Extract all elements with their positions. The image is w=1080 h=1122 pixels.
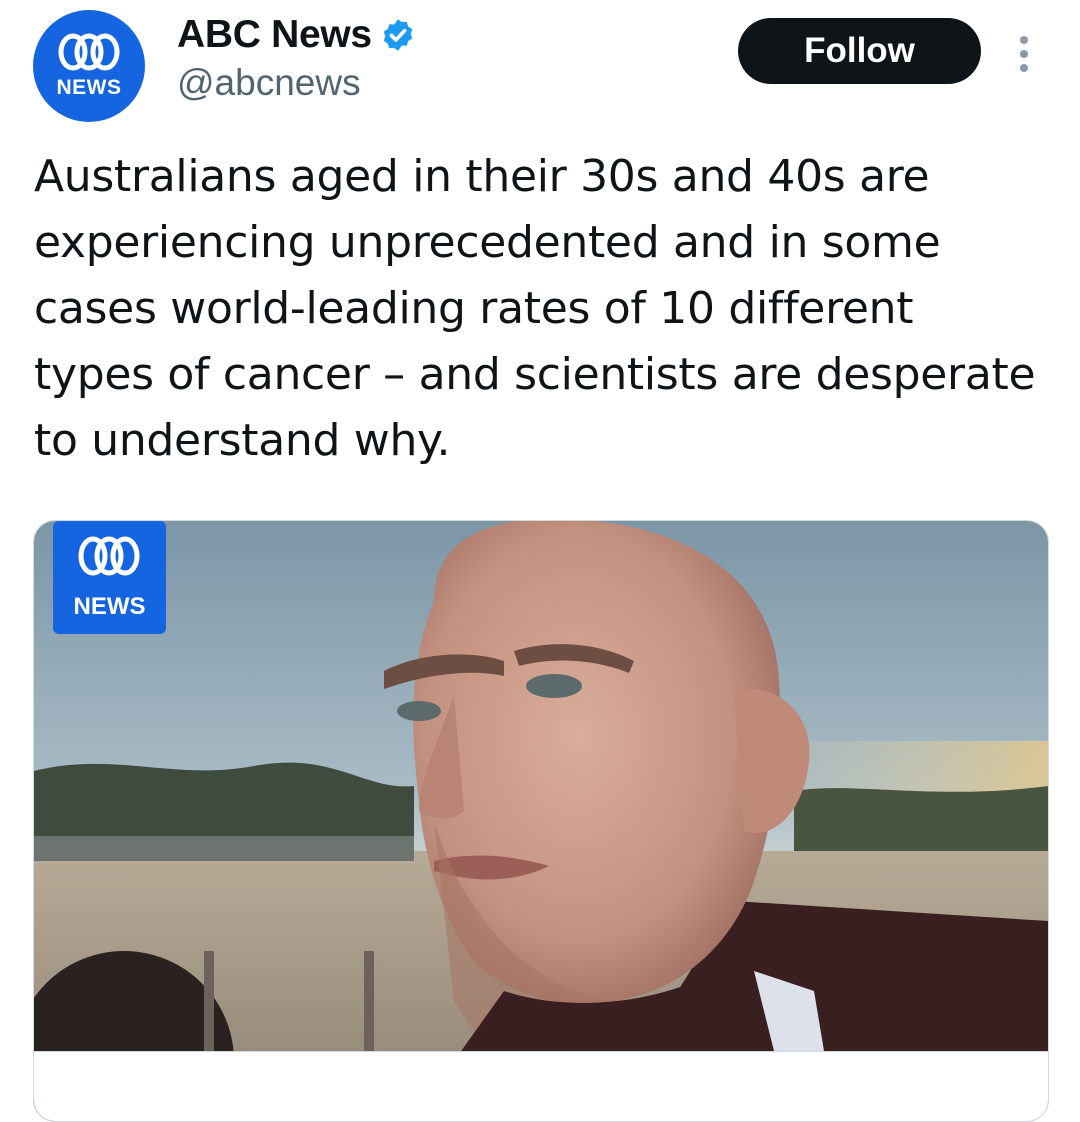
media-abc-logo: NEWS xyxy=(53,521,166,634)
verified-badge-icon xyxy=(383,19,413,51)
avatar-logo-text: NEWS xyxy=(56,76,122,99)
name-row: ABC News xyxy=(177,12,416,58)
account-handle[interactable]: @abcnews xyxy=(177,62,361,104)
display-name[interactable]: ABC News xyxy=(177,12,372,58)
abc-logo-icon xyxy=(78,536,140,576)
media-card[interactable]: NEWS xyxy=(33,520,1049,1122)
article-photo xyxy=(34,521,1048,1121)
media-logo-text: NEWS xyxy=(73,593,146,620)
more-vertical-icon[interactable] xyxy=(1012,34,1036,74)
abc-logo-icon xyxy=(58,33,120,71)
tweet-text: Australians aged in their 30s and 40s ar… xyxy=(34,151,1036,466)
avatar[interactable]: NEWS xyxy=(33,10,145,122)
follow-button[interactable]: Follow xyxy=(738,18,981,84)
card-footer[interactable] xyxy=(34,1051,1048,1121)
